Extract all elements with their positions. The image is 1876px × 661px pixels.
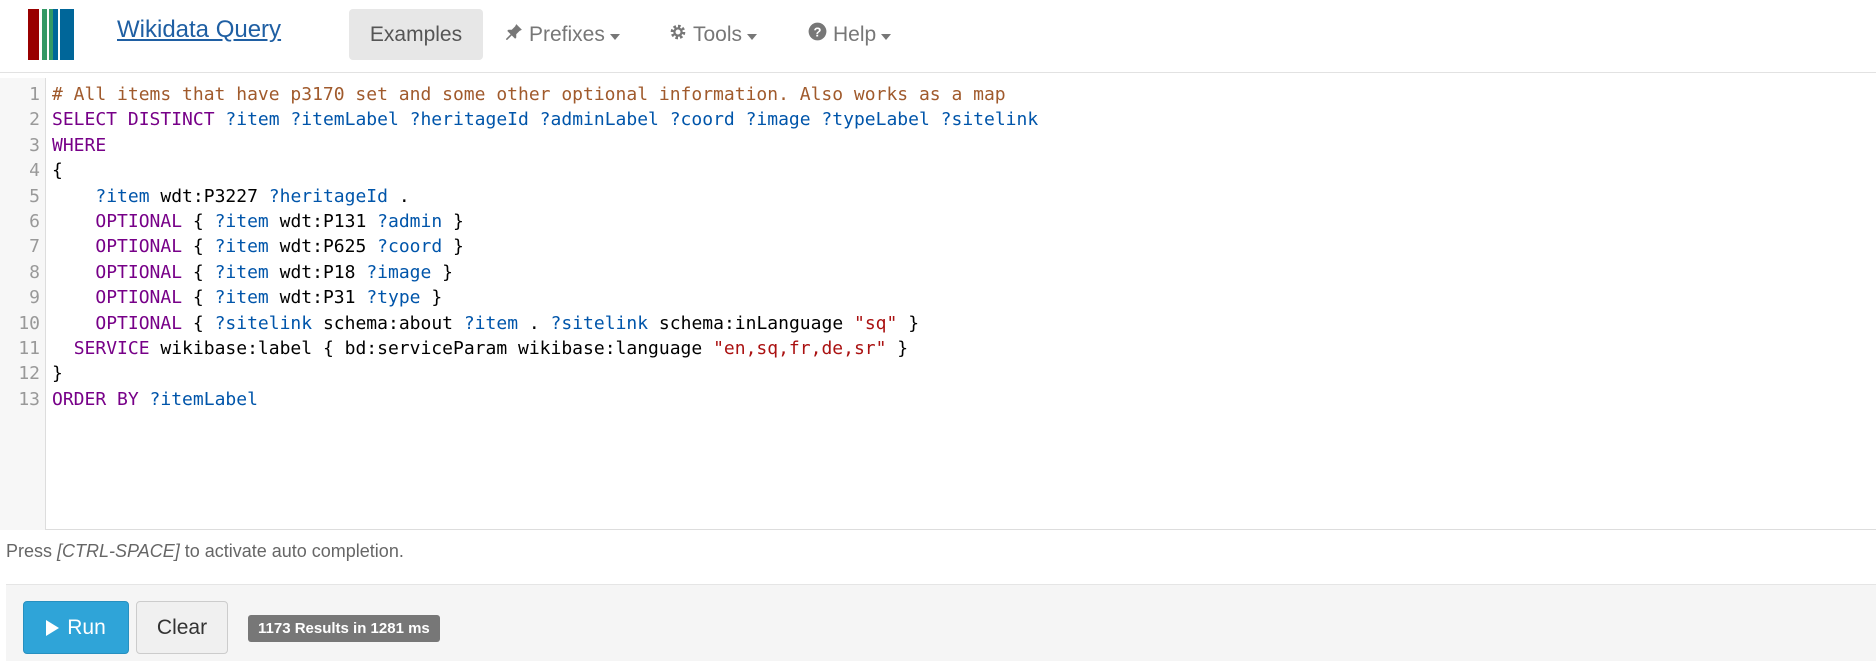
code-token: wdt:P131 — [268, 211, 378, 232]
code-token: } — [52, 363, 63, 385]
code-text: ORDER BY ?itemLabel — [52, 385, 258, 415]
code-token: { — [182, 261, 215, 283]
code-token: ?item — [214, 236, 269, 258]
code-token: ?item ?itemLabel ?heritageId ?adminLabel… — [225, 109, 1039, 131]
code-token: } — [442, 236, 464, 258]
code-token: } — [886, 338, 909, 359]
code-token: { — [52, 160, 63, 182]
code-token: . — [387, 185, 410, 207]
code-token: # All items that have p3170 set and some… — [52, 84, 1006, 105]
results-badge: 1173 Results in 1281 ms — [248, 615, 440, 642]
line-number: 13 — [18, 388, 40, 410]
code-token: } — [442, 211, 464, 232]
run-button-label: Run — [67, 615, 106, 639]
nav-prefixes-label: Prefixes — [529, 22, 605, 46]
top-navbar: Wikidata Query Examples Prefixes Tools ?… — [0, 0, 1876, 73]
pushpin-icon — [505, 23, 523, 47]
code-token: ?item — [214, 261, 269, 283]
nav-tools[interactable]: Tools — [669, 9, 758, 60]
autocomplete-hint: Press [CTRL-SPACE] to activate auto comp… — [6, 541, 404, 562]
nav-examples[interactable]: Examples — [349, 9, 483, 60]
code-token: ?item — [214, 287, 269, 309]
brand-link[interactable]: Wikidata Query — [117, 16, 281, 44]
hint-prefix: Press — [6, 541, 58, 561]
code-token: WHERE — [52, 134, 107, 156]
code-token: { — [182, 236, 215, 258]
code-token: OPTIONAL — [95, 236, 183, 258]
code-token: { — [182, 287, 215, 309]
code-token: { — [182, 211, 215, 232]
code-token: SERVICE — [73, 338, 150, 359]
nav-examples-label: Examples — [369, 22, 463, 46]
code-token: wdt:P625 — [268, 236, 378, 258]
code-token: wdt:P3227 — [149, 185, 269, 207]
run-button[interactable]: Run — [23, 601, 129, 654]
code-token: schema:about — [312, 312, 464, 334]
code-token: ?sitelink — [550, 312, 649, 334]
code-token: . — [518, 312, 551, 334]
clear-button[interactable]: Clear — [136, 601, 228, 654]
code-token: wikibase:label { bd:serviceParam wikibas… — [149, 338, 714, 359]
code-token: "sq" — [854, 312, 898, 334]
code-token: { — [182, 312, 215, 334]
logo-stripe — [70, 9, 74, 60]
code-token: ?item — [214, 211, 269, 232]
code-token: } — [897, 312, 920, 334]
code-line[interactable]: 13 ORDER BY ?itemLabel — [0, 385, 1876, 415]
code-token: ?item — [463, 312, 519, 334]
hint-suffix: to activate auto completion. — [179, 541, 404, 561]
nav-help-label: Help — [833, 22, 877, 46]
code-token: ?sitelink — [214, 312, 313, 334]
chevron-down-icon — [609, 33, 620, 40]
code-token: schema:inLanguage — [648, 312, 854, 334]
action-bar: Run Clear 1173 Results in 1281 ms — [6, 584, 1876, 661]
code-token: OPTIONAL — [95, 261, 183, 283]
code-token: ?type — [366, 287, 421, 309]
code-token: SELECT DISTINCT — [52, 109, 215, 131]
code-token: OPTIONAL — [95, 211, 183, 232]
code-token: OPTIONAL — [95, 287, 183, 309]
svg-text:?: ? — [814, 24, 822, 39]
play-icon — [46, 619, 60, 636]
chevron-down-icon — [747, 33, 758, 40]
code-token: OPTIONAL — [95, 312, 183, 334]
code-token: ?coord — [377, 236, 443, 258]
gear-icon — [669, 23, 687, 47]
clear-button-label: Clear — [156, 615, 208, 639]
nav-tools-label: Tools — [693, 22, 743, 46]
query-editor[interactable]: 1 # All items that have p3170 set and som… — [0, 78, 1876, 530]
nav-prefixes[interactable]: Prefixes — [505, 9, 620, 60]
code-token: ?heritageId — [268, 185, 388, 207]
chevron-down-icon — [881, 33, 892, 40]
nav-help[interactable]: ? Help — [808, 9, 892, 60]
code-token: "en,sq,fr,de,sr" — [713, 338, 887, 359]
code-token: ?image — [366, 261, 432, 283]
code-token: ?item — [95, 185, 150, 207]
code-token: } — [431, 261, 454, 283]
code-token: } — [420, 287, 443, 309]
wikidata-logo[interactable] — [28, 9, 106, 60]
code-token: ?itemLabel — [149, 388, 258, 410]
code-token: wdt:P18 — [268, 261, 367, 283]
code-token: wdt:P31 — [268, 287, 367, 309]
code-token: ORDER BY — [52, 388, 139, 410]
code-token: ?admin — [377, 211, 443, 232]
hint-key: [CTRL-SPACE] — [57, 541, 180, 561]
question-circle-icon: ? — [808, 22, 827, 47]
